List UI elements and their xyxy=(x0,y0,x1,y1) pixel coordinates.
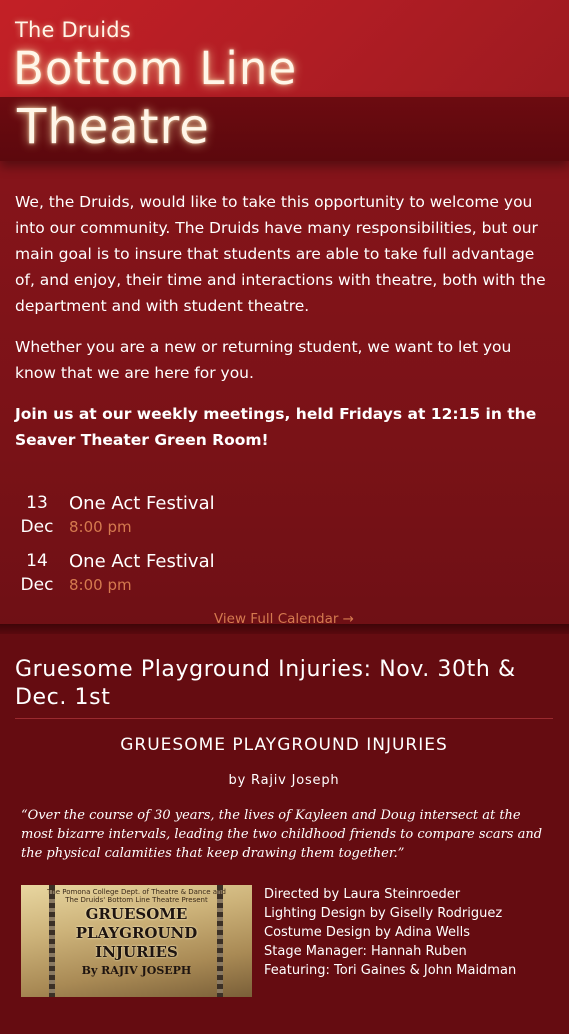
credit-line: Directed by Laura Steinroeder xyxy=(264,887,461,902)
site-header: The Druids Bottom Line xyxy=(0,0,569,97)
show-poster-image[interactable]: The Pomona College Dept. of Theatre & Da… xyxy=(21,885,252,997)
show-credits: Directed by Laura Steinroeder Lighting D… xyxy=(264,885,516,997)
meeting-announcement: Join us at our weekly meetings, held Fri… xyxy=(15,405,537,449)
poster-title-line: INJURIES xyxy=(95,943,178,961)
site-pre-title[interactable]: The Druids xyxy=(15,18,131,42)
event-info: One Act Festival 8:00 pm xyxy=(69,491,215,538)
show-byline: by Rajiv Joseph xyxy=(228,773,340,788)
event-time: 8:00 pm xyxy=(69,576,132,594)
event-time: 8:00 pm xyxy=(69,518,132,536)
event-info: One Act Festival 8:00 pm xyxy=(69,549,215,596)
article-heading[interactable]: Gruesome Playground Injuries: Nov. 30th … xyxy=(15,656,553,719)
poster-title: GRUESOME PLAYGROUND INJURIES xyxy=(21,905,252,962)
event-title[interactable]: One Act Festival xyxy=(69,549,215,574)
poster-title-line: PLAYGROUND xyxy=(75,924,198,942)
intro-section: We, the Druids, would like to take this … xyxy=(0,161,569,627)
poster-title-line: GRUESOME xyxy=(85,905,188,923)
event-month: Dec xyxy=(20,575,54,595)
site-title-line1[interactable]: Bottom Line xyxy=(13,42,297,95)
event-item[interactable]: 13 Dec One Act Festival 8:00 pm xyxy=(15,491,553,539)
poster-presenter-line: The Pomona College Dept. of Theatre & Da… xyxy=(47,888,226,896)
event-day: 13 xyxy=(26,493,48,513)
poster-author: By RAJIV JOSEPH xyxy=(81,964,192,977)
credit-line: Stage Manager: Hannah Ruben xyxy=(264,944,467,959)
credit-line: Lighting Design by Giselly Rodriguez xyxy=(264,906,503,921)
poster-presenter: The Pomona College Dept. of Theatre & Da… xyxy=(21,888,252,904)
site-title-line2[interactable]: Theatre xyxy=(17,99,210,155)
event-month: Dec xyxy=(20,517,54,537)
credit-line: Featuring: Tori Gaines & John Maidman xyxy=(264,963,517,978)
event-item[interactable]: 14 Dec One Act Festival 8:00 pm xyxy=(15,549,553,597)
event-title[interactable]: One Act Festival xyxy=(69,491,215,516)
article-section: Gruesome Playground Injuries: Nov. 30th … xyxy=(0,634,569,1034)
intro-paragraph: Whether you are a new or returning stude… xyxy=(15,338,512,382)
show-title: GRUESOME PLAYGROUND INJURIES xyxy=(120,735,448,755)
show-quote: “Over the course of 30 years, the lives … xyxy=(21,808,543,861)
credits-row: The Pomona College Dept. of Theatre & Da… xyxy=(21,885,553,997)
event-date: 14 Dec xyxy=(15,549,59,597)
credit-line: Costume Design by Adina Wells xyxy=(264,925,470,940)
site-title-band: Theatre xyxy=(0,97,569,161)
intro-paragraph: We, the Druids, would like to take this … xyxy=(15,193,546,315)
poster-presenter-line: The Druids' Bottom Line Theatre Present xyxy=(65,896,208,904)
event-day: 14 xyxy=(26,551,48,571)
event-date: 13 Dec xyxy=(15,491,59,539)
